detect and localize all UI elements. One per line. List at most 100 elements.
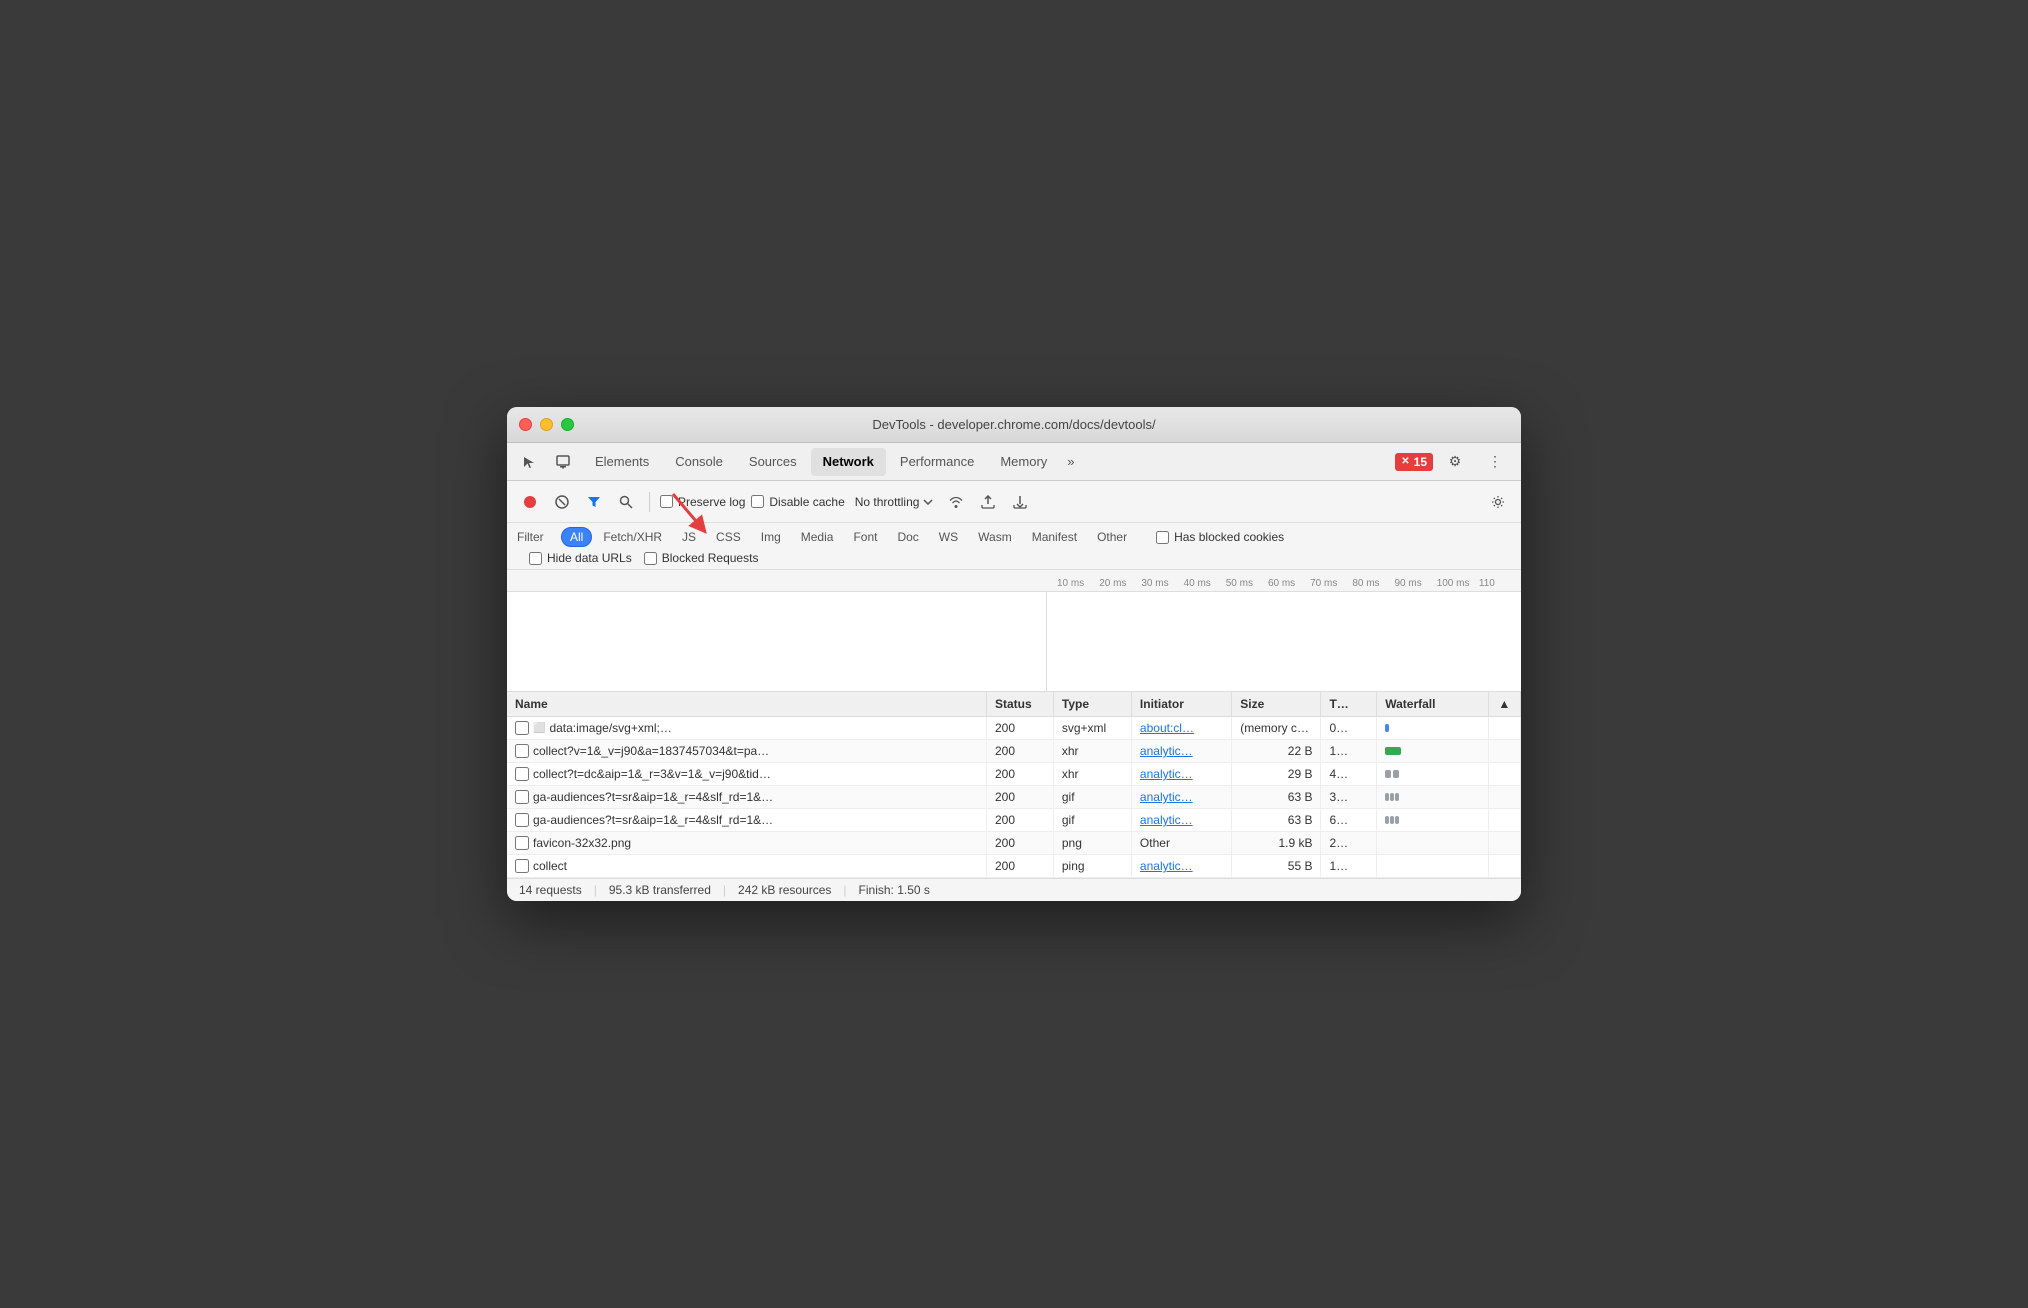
mark-40ms: 40 ms — [1184, 578, 1226, 589]
row-checkbox-5[interactable] — [515, 836, 529, 850]
row-checkbox-2[interactable] — [515, 767, 529, 781]
row-checkbox-3[interactable] — [515, 790, 529, 804]
mark-60ms: 60 ms — [1268, 578, 1310, 589]
tab-performance[interactable]: Performance — [888, 448, 986, 476]
tab-elements[interactable]: Elements — [583, 448, 661, 476]
blocked-requests-label[interactable]: Blocked Requests — [644, 551, 759, 565]
filter-type-manifest[interactable]: Manifest — [1023, 527, 1086, 547]
tab-right-area: ✕ 15 ⚙ ⋮ — [1395, 448, 1513, 476]
row-name-text-5: favicon-32x32.png — [533, 836, 631, 850]
row-checkbox-4[interactable] — [515, 813, 529, 827]
row-name-1: collect?v=1&_v=j90&a=1837457034&t=pa… — [507, 740, 986, 763]
error-badge[interactable]: ✕ 15 — [1395, 453, 1433, 471]
th-status[interactable]: Status — [986, 692, 1053, 717]
filter-type-all[interactable]: All — [561, 527, 592, 547]
table-row[interactable]: collect 200 ping analytic… 55 B 1… — [507, 855, 1521, 878]
timeline-area — [507, 592, 1521, 692]
toolbar-right — [1485, 489, 1511, 515]
initiator-link-4[interactable]: analytic… — [1140, 813, 1193, 827]
table-row[interactable]: ga-audiences?t=sr&aip=1&_r=4&slf_rd=1&… … — [507, 809, 1521, 832]
status-finish: Finish: 1.50 s — [859, 883, 930, 897]
filter-type-font[interactable]: Font — [844, 527, 886, 547]
export-icon[interactable] — [1007, 489, 1033, 515]
has-blocked-cookies-checkbox[interactable] — [1156, 531, 1169, 544]
row-size-5: 1.9 kB — [1232, 832, 1321, 855]
row-type-4: gif — [1053, 809, 1131, 832]
hide-data-urls-checkbox[interactable] — [529, 552, 542, 565]
tab-console[interactable]: Console — [663, 448, 735, 476]
menu-icon[interactable]: ⋮ — [1481, 448, 1509, 476]
maximize-button[interactable] — [561, 418, 574, 431]
inspect-icon[interactable] — [549, 448, 577, 476]
th-sort[interactable]: ▲ — [1488, 692, 1520, 717]
initiator-link-1[interactable]: analytic… — [1140, 744, 1193, 758]
filter-type-js[interactable]: JS — [673, 527, 705, 547]
tab-sources[interactable]: Sources — [737, 448, 809, 476]
traffic-lights — [519, 418, 574, 431]
table-row[interactable]: ga-audiences?t=sr&aip=1&_r=4&slf_rd=1&… … — [507, 786, 1521, 809]
has-blocked-cookies-label[interactable]: Has blocked cookies — [1156, 530, 1284, 544]
row-checkbox-0[interactable] — [515, 721, 529, 735]
filter-button[interactable] — [581, 489, 607, 515]
filter-type-css[interactable]: CSS — [707, 527, 750, 547]
filter-type-fetchxhr[interactable]: Fetch/XHR — [594, 527, 671, 547]
row-status-0: 200 — [986, 717, 1053, 740]
search-button[interactable] — [613, 489, 639, 515]
minimize-button[interactable] — [540, 418, 553, 431]
wifi-icon[interactable] — [943, 489, 969, 515]
error-count: 15 — [1414, 455, 1427, 469]
initiator-link-3[interactable]: analytic… — [1140, 790, 1193, 804]
th-initiator[interactable]: Initiator — [1131, 692, 1231, 717]
table-row[interactable]: ⬜ data:image/svg+xml;… 200 svg+xml about… — [507, 717, 1521, 740]
tab-network[interactable]: Network — [811, 448, 886, 476]
filter-type-wasm[interactable]: Wasm — [969, 527, 1021, 547]
row-status-4: 200 — [986, 809, 1053, 832]
record-button[interactable] — [517, 489, 543, 515]
th-type[interactable]: Type — [1053, 692, 1131, 717]
initiator-link-2[interactable]: analytic… — [1140, 767, 1193, 781]
filter-type-media[interactable]: Media — [792, 527, 843, 547]
import-icon[interactable] — [975, 489, 1001, 515]
preserve-log-checkbox[interactable]: Preserve log — [660, 495, 745, 509]
preserve-log-input[interactable] — [660, 495, 673, 508]
table-row[interactable]: favicon-32x32.png 200 png Other 1.9 kB 2… — [507, 832, 1521, 855]
throttle-select[interactable]: No throttling — [851, 493, 938, 511]
settings-icon[interactable]: ⚙ — [1441, 448, 1469, 476]
filter-type-img[interactable]: Img — [752, 527, 790, 547]
initiator-link-0[interactable]: about:cl… — [1140, 721, 1194, 735]
th-name[interactable]: Name — [507, 692, 986, 717]
th-waterfall[interactable]: Waterfall — [1377, 692, 1489, 717]
table-row[interactable]: collect?v=1&_v=j90&a=1837457034&t=pa… 20… — [507, 740, 1521, 763]
disable-cache-input[interactable] — [751, 495, 764, 508]
blocked-requests-checkbox[interactable] — [644, 552, 657, 565]
cursor-icon[interactable] — [515, 448, 543, 476]
tab-memory[interactable]: Memory — [988, 448, 1059, 476]
mark-50ms: 50 ms — [1226, 578, 1268, 589]
network-settings-icon[interactable] — [1485, 489, 1511, 515]
waterfall-bar-4b — [1390, 816, 1394, 824]
initiator-link-6[interactable]: analytic… — [1140, 859, 1193, 873]
row-checkbox-1[interactable] — [515, 744, 529, 758]
row-checkbox-6[interactable] — [515, 859, 529, 873]
timeline-marks: 10 ms 20 ms 30 ms 40 ms 50 ms 60 ms 70 m… — [1047, 578, 1521, 589]
waterfall-bar-2a — [1385, 770, 1391, 778]
network-toolbar: Preserve log Disable cache No throttling — [507, 481, 1521, 523]
th-size[interactable]: Size — [1232, 692, 1321, 717]
row-sort-2 — [1488, 763, 1520, 786]
disable-cache-checkbox[interactable]: Disable cache — [751, 495, 844, 509]
waterfall-bar-1 — [1385, 747, 1401, 755]
network-table-wrapper[interactable]: Name Status Type Initiator Size T… Water… — [507, 692, 1521, 878]
timeline-chart — [1047, 592, 1521, 691]
hide-data-urls-label[interactable]: Hide data URLs — [529, 551, 632, 565]
status-resources: 242 kB resources — [738, 883, 831, 897]
th-time[interactable]: T… — [1321, 692, 1377, 717]
table-row[interactable]: collect?t=dc&aip=1&_r=3&v=1&_v=j90&tid… … — [507, 763, 1521, 786]
clear-button[interactable] — [549, 489, 575, 515]
close-button[interactable] — [519, 418, 532, 431]
more-tabs-button[interactable]: » — [1061, 450, 1080, 473]
filter-type-ws[interactable]: WS — [930, 527, 967, 547]
filter-type-doc[interactable]: Doc — [888, 527, 927, 547]
devtools-window: DevTools - developer.chrome.com/docs/dev… — [507, 407, 1521, 901]
filter-type-other[interactable]: Other — [1088, 527, 1136, 547]
filter-row: Filter All Fetch/XHR JS — [517, 527, 1511, 547]
